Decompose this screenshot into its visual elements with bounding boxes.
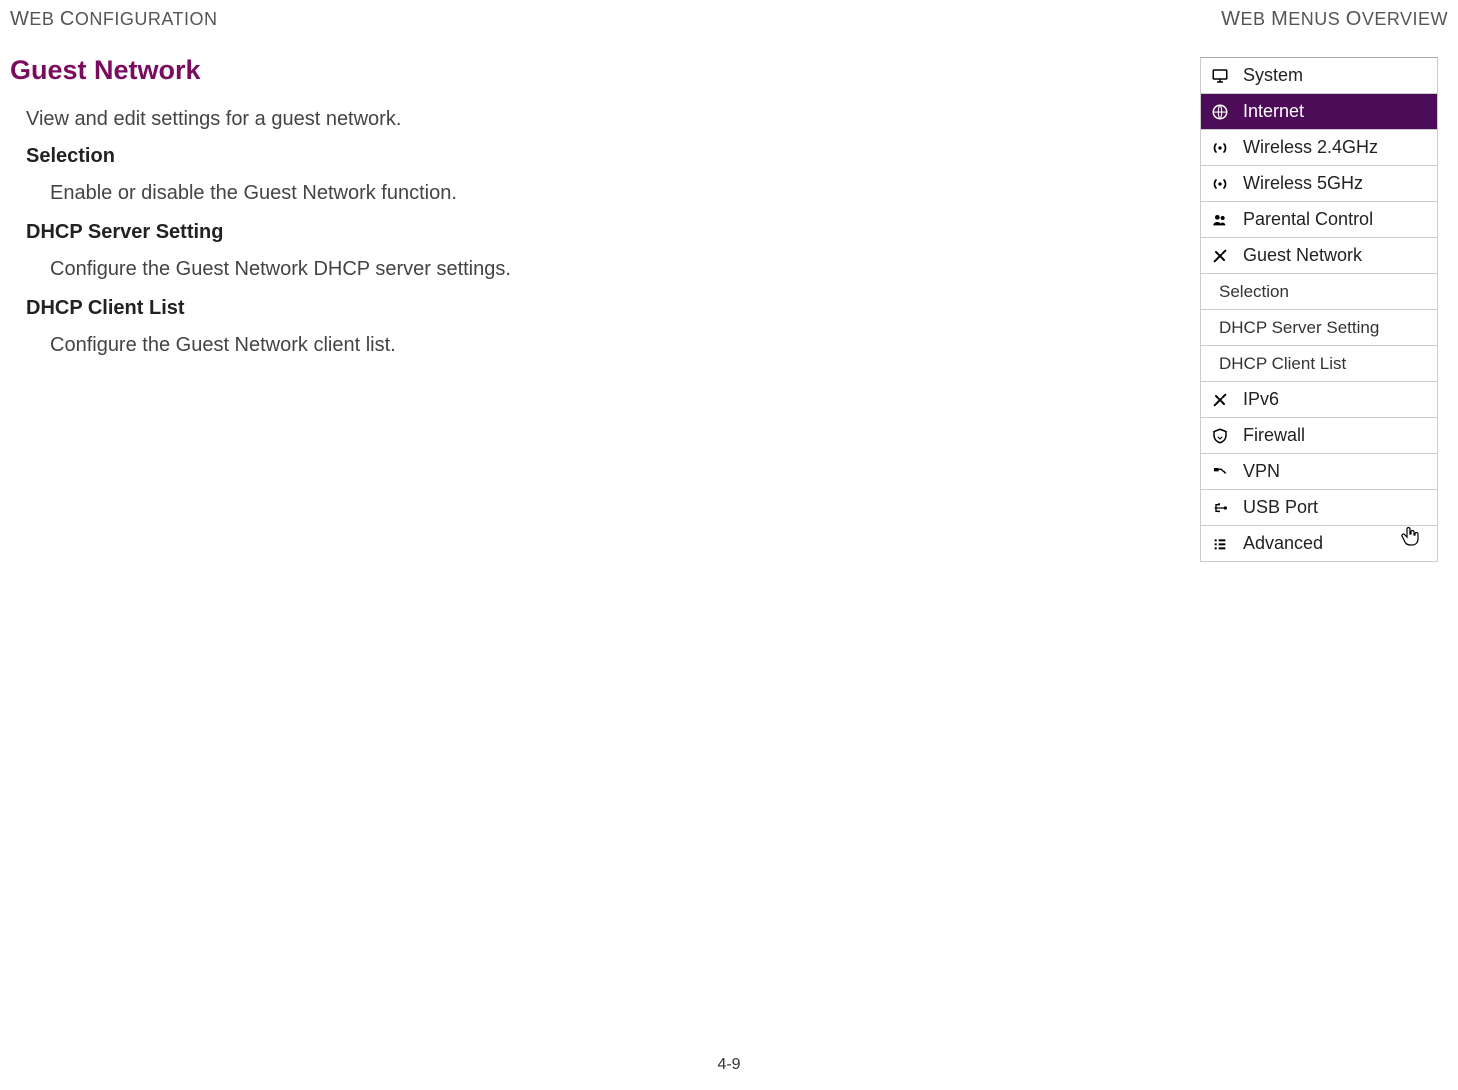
submenu-dhcp-server[interactable]: DHCP Server Setting bbox=[1201, 310, 1437, 346]
menu-label: Parental Control bbox=[1243, 209, 1373, 230]
tools-icon bbox=[1209, 392, 1231, 408]
menu-label: System bbox=[1243, 65, 1303, 86]
globe-icon bbox=[1209, 103, 1231, 121]
menu-item-wireless-5[interactable]: Wireless 5GHz bbox=[1201, 166, 1437, 202]
menu-item-system[interactable]: System bbox=[1201, 58, 1437, 94]
page-title: Guest Network bbox=[10, 55, 1160, 86]
menu-item-ipv6[interactable]: IPv6 bbox=[1201, 382, 1437, 418]
header-right: WEB MENUS OVERVIEW bbox=[1221, 8, 1448, 31]
menu-item-firewall[interactable]: Firewall bbox=[1201, 418, 1437, 454]
menu-item-guest-network[interactable]: Guest Network bbox=[1201, 238, 1437, 274]
text-column: Guest Network View and edit settings for… bbox=[10, 55, 1200, 373]
menu-label: VPN bbox=[1243, 461, 1280, 482]
menu-item-parental[interactable]: Parental Control bbox=[1201, 202, 1437, 238]
usb-icon bbox=[1209, 500, 1231, 516]
section-dhcp-server-desc: Configure the Guest Network DHCP server … bbox=[50, 258, 1160, 281]
shield-icon bbox=[1209, 427, 1231, 445]
menu-list: System Internet Wireless 2.4GHz Wireless… bbox=[1200, 57, 1438, 562]
antenna-icon bbox=[1209, 176, 1231, 192]
menu-item-usb[interactable]: USB Port bbox=[1201, 490, 1437, 526]
menu-item-advanced[interactable]: Advanced bbox=[1201, 526, 1437, 562]
list-icon bbox=[1209, 536, 1231, 552]
section-dhcp-server-head: DHCP Server Setting bbox=[26, 221, 1160, 244]
menu-item-internet[interactable]: Internet bbox=[1201, 94, 1437, 130]
section-dhcp-client-head: DHCP Client List bbox=[26, 297, 1160, 320]
menu-item-vpn[interactable]: VPN bbox=[1201, 454, 1437, 490]
submenu-selection[interactable]: Selection bbox=[1201, 274, 1437, 310]
section-selection-desc: Enable or disable the Guest Network func… bbox=[50, 182, 1160, 205]
menu-label: IPv6 bbox=[1243, 389, 1279, 410]
side-menu: System Internet Wireless 2.4GHz Wireless… bbox=[1200, 57, 1438, 562]
page-number: 4-9 bbox=[0, 1056, 1458, 1074]
submenu-label: Selection bbox=[1219, 282, 1289, 302]
section-dhcp-client-desc: Configure the Guest Network client list. bbox=[50, 334, 1160, 357]
page-header: WEB CONFIGURATION WEB MENUS OVERVIEW bbox=[10, 8, 1448, 31]
menu-label: Internet bbox=[1243, 101, 1304, 122]
content-wrap: Guest Network View and edit settings for… bbox=[10, 55, 1448, 562]
submenu-dhcp-client[interactable]: DHCP Client List bbox=[1201, 346, 1437, 382]
menu-label: Advanced bbox=[1243, 533, 1323, 554]
submenu-label: DHCP Client List bbox=[1219, 354, 1346, 374]
antenna-icon bbox=[1209, 140, 1231, 156]
intro-text: View and edit settings for a guest netwo… bbox=[26, 108, 1160, 131]
menu-label: Firewall bbox=[1243, 425, 1305, 446]
tools-icon bbox=[1209, 248, 1231, 264]
menu-label: USB Port bbox=[1243, 497, 1318, 518]
menu-label: Wireless 5GHz bbox=[1243, 173, 1363, 194]
connection-icon bbox=[1209, 464, 1231, 480]
users-icon bbox=[1209, 212, 1231, 228]
menu-label: Guest Network bbox=[1243, 245, 1362, 266]
menu-item-wireless-2-4[interactable]: Wireless 2.4GHz bbox=[1201, 130, 1437, 166]
menu-label: Wireless 2.4GHz bbox=[1243, 137, 1378, 158]
submenu-label: DHCP Server Setting bbox=[1219, 318, 1379, 338]
monitor-icon bbox=[1209, 67, 1231, 85]
header-left: WEB CONFIGURATION bbox=[10, 8, 218, 31]
section-selection-head: Selection bbox=[26, 145, 1160, 168]
